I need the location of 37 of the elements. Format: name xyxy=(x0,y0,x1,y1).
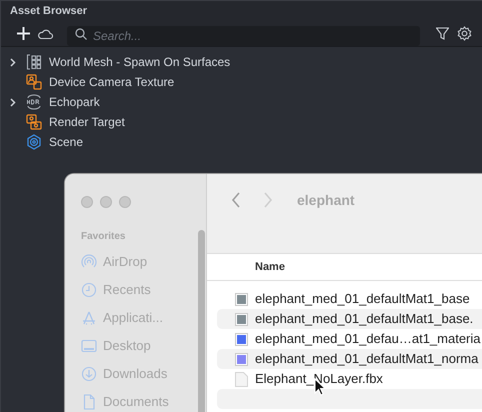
hdr-icon xyxy=(26,94,42,110)
column-header[interactable]: Name xyxy=(255,258,285,276)
airdrop-icon xyxy=(81,254,97,270)
image-thumbnail-icon xyxy=(235,352,248,366)
scene-icon xyxy=(26,134,42,150)
asset-item[interactable]: Echopark xyxy=(49,93,100,111)
grid-icon xyxy=(26,54,42,70)
scrollbar[interactable] xyxy=(198,230,205,412)
clock-icon xyxy=(81,282,97,298)
settings-icon[interactable] xyxy=(457,26,472,41)
asset-item[interactable]: Render Target xyxy=(49,113,125,131)
chevron-icon[interactable] xyxy=(10,98,16,106)
download-icon xyxy=(81,366,97,382)
file-name[interactable]: elephant_med_01_defau…at1_materia xyxy=(255,329,481,349)
plus-icon[interactable] xyxy=(17,27,30,40)
search-field[interactable]: Search... xyxy=(67,26,420,46)
image-thumbnail-icon xyxy=(235,312,248,326)
chevron-icon[interactable] xyxy=(10,58,16,66)
document-icon xyxy=(81,394,97,410)
file-name[interactable]: Elephant_NoLayer.fbx xyxy=(255,369,383,389)
desktop-icon xyxy=(81,338,97,354)
render-target-icon xyxy=(26,114,42,130)
window-title: elephant xyxy=(297,192,355,208)
document-icon xyxy=(235,372,248,386)
image-thumbnail-icon xyxy=(235,292,248,306)
search-icon xyxy=(75,28,87,40)
cloud-icon[interactable] xyxy=(38,28,53,38)
filter-icon[interactable] xyxy=(436,27,449,40)
image-thumbnail-icon xyxy=(235,332,248,346)
applications-icon xyxy=(81,310,97,326)
camera-texture-icon xyxy=(26,74,42,90)
panel-title: Asset Browser xyxy=(10,4,88,19)
sidebar-heading: Favorites xyxy=(81,230,126,244)
asset-item[interactable]: Device Camera Texture xyxy=(49,73,174,91)
file-name[interactable]: elephant_med_01_defaultMat1_base xyxy=(255,289,470,309)
asset-item[interactable]: Scene xyxy=(49,133,84,151)
asset-item[interactable]: World Mesh - Spawn On Surfaces xyxy=(49,53,230,71)
